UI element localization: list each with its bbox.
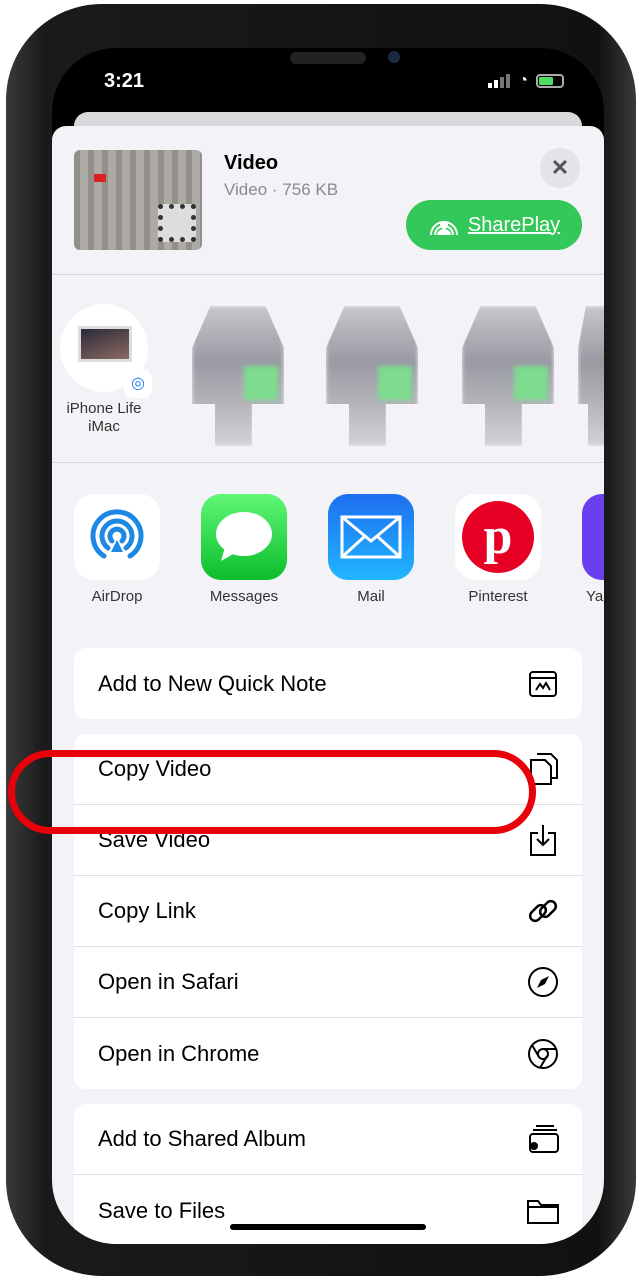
app-label: AirDrop (91, 588, 143, 605)
messages-icon (201, 494, 287, 580)
app-icon (582, 494, 604, 580)
app-airdrop[interactable]: AirDrop (62, 494, 172, 605)
chrome-icon (526, 1037, 560, 1071)
share-title: Video (224, 152, 279, 174)
share-subtitle: Video · 756 KB (224, 180, 339, 199)
pinterest-icon: p (455, 494, 541, 580)
action-label: Add to New Quick Note (98, 670, 327, 696)
signal-icon (488, 74, 511, 88)
mail-icon (328, 494, 414, 580)
copy-icon (526, 752, 560, 786)
front-camera (388, 51, 400, 63)
blurred-contact[interactable] (326, 306, 418, 446)
app-messages[interactable]: Messages (189, 494, 299, 605)
action-copy-video[interactable]: Copy Video (74, 734, 582, 805)
shared-album-icon (526, 1122, 560, 1156)
app-label: Pinterest (468, 588, 528, 605)
link-icon (526, 894, 560, 928)
divider (52, 274, 604, 275)
battery-charging-icon (536, 74, 564, 88)
app-label: Messages (209, 588, 279, 605)
app-label: Ya (586, 588, 604, 605)
person-label: iPhone Life iMac (66, 400, 142, 435)
status-bar: 3:21 ◔ (52, 48, 604, 118)
airdrop-badge-icon: ◎ (124, 370, 152, 398)
action-save-video[interactable]: Save Video (74, 805, 582, 876)
divider (52, 462, 604, 463)
action-add-shared-album[interactable]: Add to Shared Album (74, 1104, 582, 1175)
save-icon (526, 823, 560, 857)
blurred-contact[interactable] (192, 306, 284, 446)
video-thumbnail (74, 150, 202, 250)
action-label: Save Video (98, 827, 211, 852)
action-open-safari[interactable]: Open in Safari (74, 947, 582, 1018)
app-partial[interactable]: Ya (560, 494, 604, 605)
action-add-quick-note[interactable]: Add to New Quick Note (74, 648, 582, 719)
share-sheet: Video Video · 756 KB ✕ SharePlay ◎ iPhon… (52, 126, 604, 1244)
action-copy-link[interactable]: Copy Link (74, 876, 582, 947)
shareplay-button[interactable]: SharePlay (406, 200, 582, 250)
action-save-to-files[interactable]: Save to Files (74, 1175, 582, 1244)
airdrop-icon (74, 494, 160, 580)
quick-note-icon (526, 667, 560, 701)
apps-row: AirDrop Messages Mail p Pinterest Ya (52, 488, 604, 618)
action-open-chrome[interactable]: Open in Chrome (74, 1018, 582, 1089)
action-label: Add to Shared Album (98, 1126, 306, 1151)
action-label: Open in Chrome (98, 1040, 260, 1066)
screen: 3:21 ◔ Video Video · 756 KB ✕ SharePlay … (52, 48, 604, 1244)
actions-group: Copy Video Save Video Copy Link Open in … (74, 734, 582, 1089)
action-label: Save to Files (98, 1197, 226, 1223)
app-label: Mail (357, 588, 385, 605)
clock: 3:21 (104, 70, 145, 92)
compass-icon (526, 965, 560, 999)
wifi-icon: ◔ (518, 72, 528, 89)
shareplay-icon (429, 221, 458, 236)
folder-icon (526, 1194, 560, 1228)
phone-frame: 3:21 ◔ Video Video · 756 KB ✕ SharePlay … (6, 4, 636, 1276)
actions-group: Add to Shared Album Save to Files (74, 1104, 582, 1244)
app-mail[interactable]: Mail (316, 494, 426, 605)
action-label: Copy Video (98, 756, 212, 781)
speaker (290, 52, 366, 64)
blurred-contact[interactable] (578, 306, 604, 446)
blurred-contact[interactable] (462, 306, 554, 446)
action-label: Copy Link (98, 898, 196, 923)
person-iphone-life-imac[interactable]: ◎ iPhone Life iMac (54, 304, 154, 436)
people-row: ◎ iPhone Life iMac (52, 294, 604, 454)
app-pinterest[interactable]: p Pinterest (443, 494, 553, 605)
close-icon: ✕ (550, 155, 570, 180)
home-indicator[interactable] (230, 1224, 426, 1230)
shareplay-label: SharePlay (467, 213, 561, 236)
action-label: Open in Safari (98, 969, 239, 994)
imac-icon (78, 326, 132, 362)
actions-group: Add to New Quick Note (74, 648, 582, 719)
close-button[interactable]: ✕ (540, 148, 580, 188)
avatar: ◎ (60, 304, 152, 398)
